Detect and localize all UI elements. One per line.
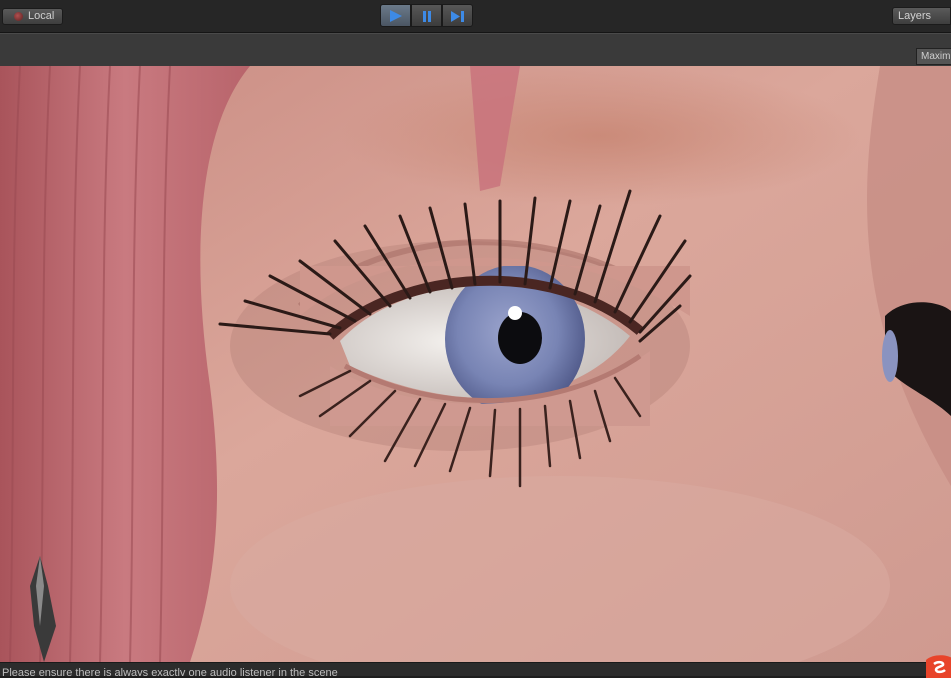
brand-logo-icon <box>926 655 951 678</box>
playback-controls <box>380 4 474 27</box>
game-view-bar <box>0 33 951 67</box>
play-button[interactable] <box>380 4 411 27</box>
pause-button[interactable] <box>411 4 442 27</box>
play-icon <box>390 10 402 22</box>
game-viewport[interactable] <box>0 66 951 662</box>
pivot-icon <box>14 12 23 21</box>
pivot-rotation-label: Local <box>28 10 55 22</box>
console-status-bar[interactable]: Please ensure there is always exactly on… <box>0 662 951 676</box>
scene-render <box>0 66 951 662</box>
pause-icon <box>423 11 431 22</box>
step-button[interactable] <box>442 4 473 27</box>
maximize-on-play-button[interactable]: Maximize <box>916 48 951 65</box>
main-toolbar: Local Layers <box>0 0 951 33</box>
pivot-rotation-button[interactable]: Local <box>2 8 63 25</box>
step-icon <box>451 11 464 22</box>
layers-dropdown[interactable]: Layers <box>892 7 951 25</box>
